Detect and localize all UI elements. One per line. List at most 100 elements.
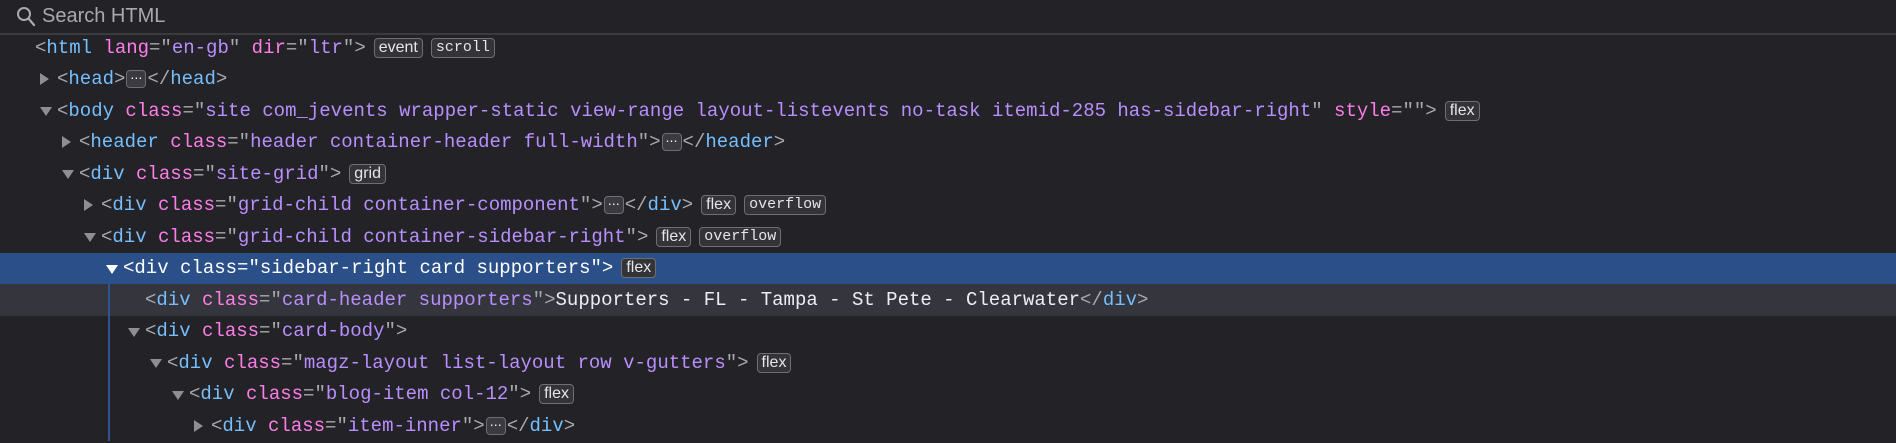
badge-flex[interactable]: flex [656, 226, 692, 247]
markup-node-row[interactable]: <div class="blog-item col-12"> flex [0, 379, 1896, 411]
collapsed-triangle-icon[interactable] [194, 419, 203, 432]
punctuation: " [625, 225, 637, 248]
attribute-name[interactable]: class [224, 352, 281, 374]
punctuation: < [145, 288, 157, 311]
punctuation: < [101, 225, 113, 248]
collapsed-triangle-icon[interactable] [62, 136, 71, 149]
badge-event[interactable]: event [373, 37, 423, 58]
search-input[interactable] [42, 5, 442, 28]
tag-name: div [222, 414, 257, 437]
node-list: <html lang="en-gb" dir="ltr"> event scroll… [0, 32, 1896, 442]
attribute-name[interactable]: dir [252, 37, 286, 59]
collapsed-children-button[interactable]: ⋯ [603, 196, 624, 215]
node-markup: <div class="grid-child container-sidebar… [101, 226, 648, 248]
markup-node-row[interactable]: <div class="item-inner"> ⋯ </div> [0, 410, 1896, 442]
punctuation: > [737, 351, 749, 374]
badge-flex[interactable]: flex [756, 352, 792, 373]
attribute-value[interactable]: sidebar-right card supporters [260, 257, 591, 279]
badge-grid[interactable]: grid [349, 163, 386, 184]
attribute-name[interactable]: class [125, 100, 182, 122]
markup-node-row[interactable]: <div class="grid-child container-sidebar… [0, 221, 1896, 253]
punctuation: =" [215, 194, 238, 217]
node-markup: <div class="sidebar-right card supporter… [123, 257, 613, 279]
expanded-triangle-icon[interactable] [40, 107, 52, 117]
node-markup: <div class="item-inner"> ⋯ </div> [211, 415, 575, 437]
node-markup: <div class="blog-item col-12"> [189, 383, 531, 405]
punctuation: =" [149, 36, 172, 59]
expanded-triangle-icon[interactable] [106, 264, 118, 274]
markup-tree[interactable]: <html lang="en-gb" dir="ltr"> event scroll… [0, 36, 1896, 441]
punctuation: < [189, 383, 201, 406]
expanded-triangle-icon[interactable] [172, 390, 184, 400]
punctuation: > [215, 68, 228, 91]
attribute-value[interactable]: card-body [282, 320, 385, 342]
punctuation: =" [281, 351, 304, 374]
search-bar[interactable] [0, 0, 1896, 35]
collapsed-children-button[interactable]: ⋯ [485, 416, 506, 435]
attribute-value[interactable]: grid-child container-component [238, 194, 580, 216]
attribute-value[interactable]: grid-child container-sidebar-right [238, 226, 626, 248]
badge-flex[interactable]: flex [701, 195, 737, 216]
attribute-name[interactable]: class [170, 131, 227, 153]
badge-overflow[interactable]: overflow [699, 226, 782, 247]
attribute-name[interactable]: class [202, 289, 259, 311]
tag-name: head [68, 68, 115, 91]
markup-node-row[interactable]: <div class="sidebar-right card supporter… [0, 252, 1896, 284]
attribute-value[interactable]: site com_jevents wrapper-static view-ran… [205, 100, 1311, 122]
attribute-name[interactable]: lang [103, 37, 149, 59]
attribute-name[interactable]: style [1334, 100, 1391, 122]
punctuation: " [532, 288, 545, 311]
attribute-value[interactable]: ltr [309, 37, 343, 59]
node-markup: <div class="card-body"> [145, 320, 407, 342]
attribute-name[interactable]: class [158, 226, 215, 248]
expanded-triangle-icon[interactable] [150, 359, 162, 369]
node-markup: <div class="grid-child container-compone… [101, 194, 693, 216]
collapsed-children-button[interactable]: ⋯ [661, 133, 682, 152]
punctuation: < [79, 162, 91, 185]
markup-node-row[interactable]: <div class="grid-child container-compone… [0, 190, 1896, 222]
badge-overflow[interactable]: overflow [744, 195, 827, 216]
attribute-name[interactable]: class [268, 415, 325, 437]
markup-node-row[interactable]: <html lang="en-gb" dir="ltr"> event scroll [0, 32, 1896, 64]
punctuation: > [354, 36, 366, 59]
markup-node-row[interactable]: <header class="header container-header f… [0, 127, 1896, 159]
markup-node-row[interactable]: <div class="card-body"> [0, 316, 1896, 348]
attribute-name[interactable]: class [180, 257, 237, 279]
punctuation: < [145, 320, 157, 343]
expanded-triangle-icon[interactable] [128, 327, 140, 337]
expanded-triangle-icon[interactable] [62, 170, 74, 180]
collapsed-triangle-icon[interactable] [40, 73, 49, 86]
expanded-triangle-icon[interactable] [84, 233, 96, 243]
attribute-value[interactable]: magz-layout list-layout row v-gutters [304, 352, 726, 374]
markup-node-row[interactable]: <div class="card-header supporters">Supp… [0, 284, 1896, 316]
markup-node-row[interactable]: <head> ⋯ </head> [0, 64, 1896, 96]
badge-flex[interactable]: flex [621, 258, 657, 279]
punctuation: > [636, 225, 649, 248]
attribute-value[interactable]: site-grid [216, 163, 319, 185]
punctuation: > [1425, 99, 1437, 122]
badge-scroll[interactable]: scroll [430, 37, 495, 58]
badge-flex[interactable]: flex [539, 384, 575, 405]
attribute-value[interactable]: blog-item col-12 [326, 383, 508, 405]
attribute-name[interactable]: class [202, 320, 259, 342]
attribute-name[interactable]: class [246, 383, 303, 405]
collapsed-triangle-icon[interactable] [84, 199, 93, 212]
attribute-value[interactable]: en-gb [172, 37, 229, 59]
selection-guide-line [108, 284, 110, 441]
collapsed-children-button[interactable]: ⋯ [126, 70, 147, 89]
badge-flex[interactable]: flex [1444, 100, 1480, 121]
markup-node-row[interactable]: <div class="magz-layout list-layout row … [0, 347, 1896, 379]
attribute-value[interactable]: card-header supporters [282, 289, 533, 311]
attribute-name[interactable]: class [136, 163, 193, 185]
attribute-value[interactable]: header container-header full-width [250, 131, 638, 153]
attribute-name[interactable]: class [158, 194, 215, 216]
attribute-value[interactable]: item-inner [348, 415, 462, 437]
markup-node-row[interactable]: <div class="site-grid"> grid [0, 158, 1896, 190]
markup-node-row[interactable]: <body class="site com_jevents wrapper-st… [0, 95, 1896, 127]
